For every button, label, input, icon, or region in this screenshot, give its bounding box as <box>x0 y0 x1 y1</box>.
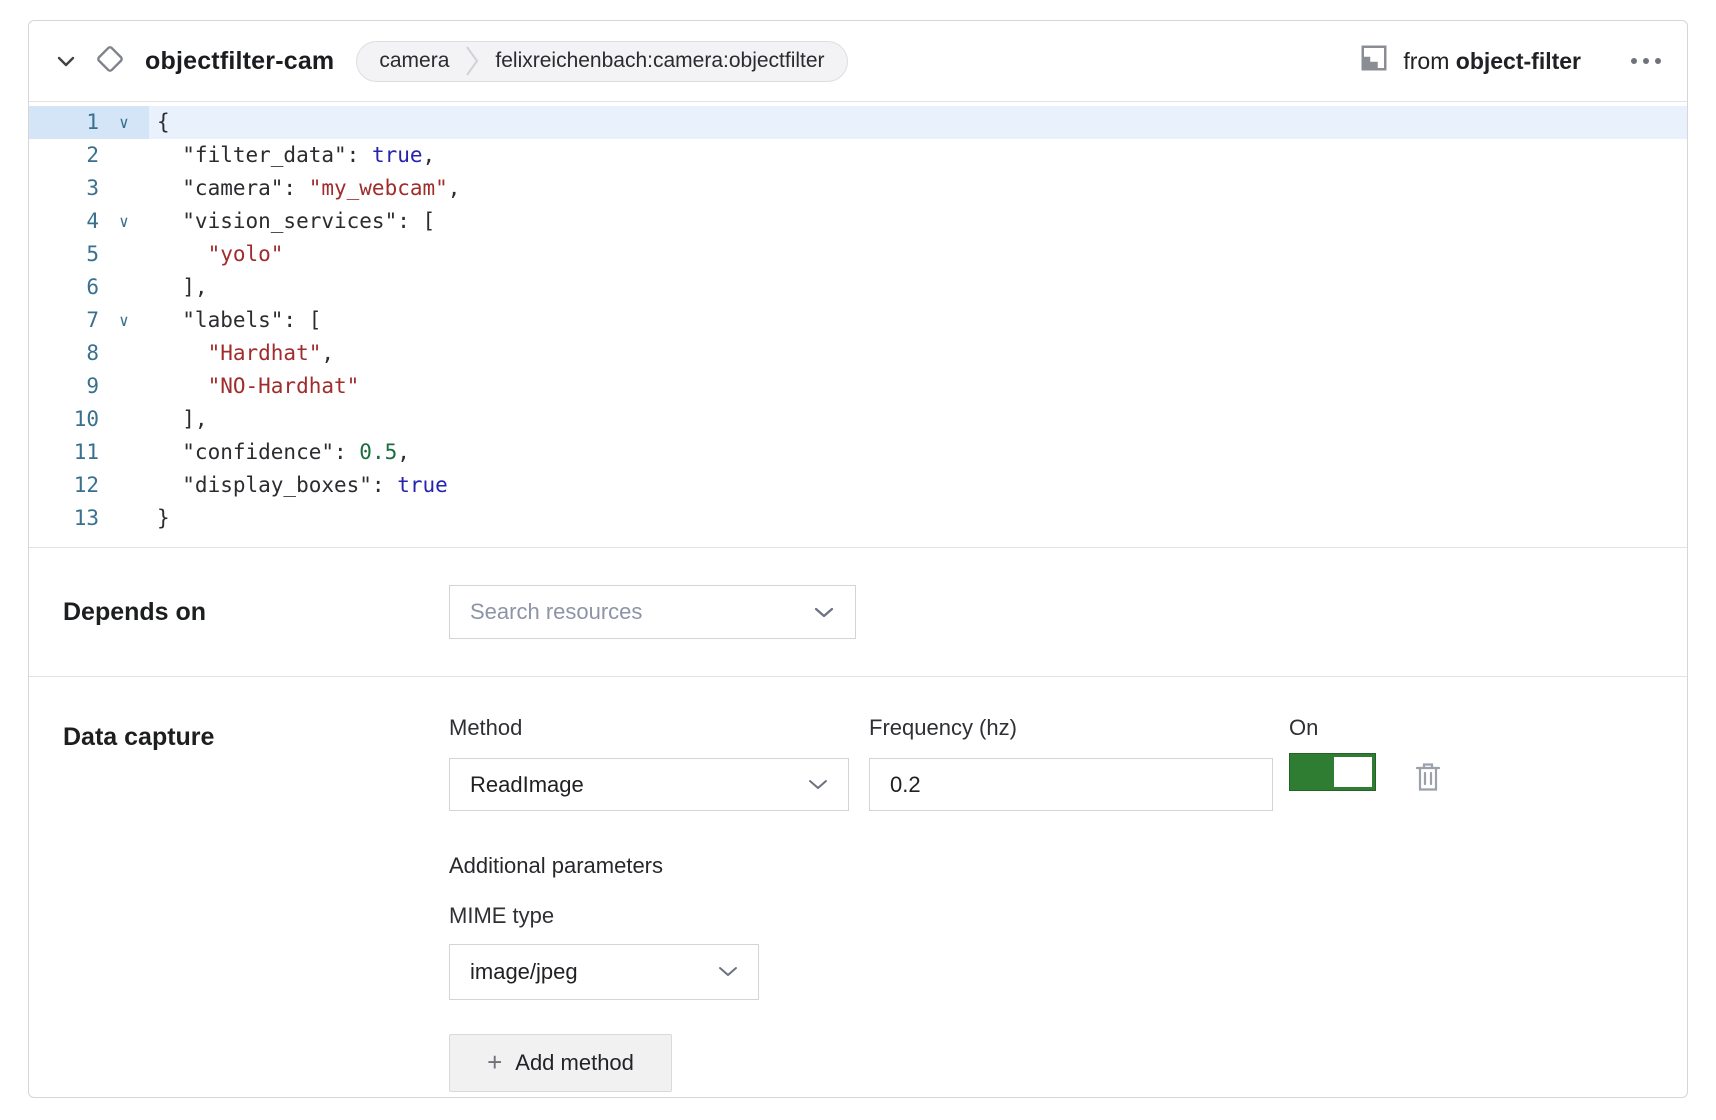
code-text: { <box>149 106 1687 139</box>
line-number: 1 <box>29 106 99 139</box>
line-number: 13 <box>29 502 99 535</box>
fold-chevron-icon[interactable]: ∨ <box>99 304 149 337</box>
toggle-on-label: On <box>1289 715 1376 741</box>
more-options-icon[interactable] <box>1631 58 1661 64</box>
fold-chevron-icon[interactable]: ∨ <box>99 106 149 139</box>
code-line[interactable]: 2 "filter_data": true, <box>29 139 1687 172</box>
code-line[interactable]: 6 ], <box>29 271 1687 304</box>
component-card: objectfilter-cam camera felixreichenbach… <box>28 20 1688 1098</box>
data-capture-heading: Data capture <box>63 715 449 752</box>
fold-spacer <box>99 403 149 436</box>
code-text: ], <box>149 403 1687 436</box>
frequency-label: Frequency (hz) <box>869 715 1273 741</box>
mime-type-select[interactable]: image/jpeg <box>449 944 759 1000</box>
line-number: 3 <box>29 172 99 205</box>
delete-method-trash-icon[interactable] <box>1414 761 1442 793</box>
code-line[interactable]: 10 ], <box>29 403 1687 436</box>
json-config-editor[interactable]: 1∨{2 "filter_data": true,3 "camera": "my… <box>29 101 1687 547</box>
fold-spacer <box>99 469 149 502</box>
model-badge: felixreichenbach:camera:objectfilter <box>495 49 824 73</box>
depends-on-search-select[interactable]: Search resources <box>449 585 856 639</box>
code-line[interactable]: 8 "Hardhat", <box>29 337 1687 370</box>
fold-spacer <box>99 172 149 205</box>
code-line[interactable]: 7∨ "labels": [ <box>29 304 1687 337</box>
module-name: object-filter <box>1456 48 1581 74</box>
component-type-model-badge: camera felixreichenbach:camera:objectfil… <box>356 41 847 82</box>
add-method-button[interactable]: + Add method <box>449 1034 672 1092</box>
toggle-knob <box>1334 757 1372 787</box>
mime-type-value: image/jpeg <box>470 959 578 985</box>
code-line[interactable]: 11 "confidence": 0.5, <box>29 436 1687 469</box>
code-text: "labels": [ <box>149 304 1687 337</box>
method-label: Method <box>449 715 849 741</box>
fold-spacer <box>99 502 149 535</box>
code-text: } <box>149 502 1687 535</box>
fold-spacer <box>99 436 149 469</box>
fold-spacer <box>99 370 149 403</box>
frequency-input-wrap <box>869 758 1273 811</box>
code-text: "yolo" <box>149 238 1687 271</box>
code-line[interactable]: 13} <box>29 502 1687 535</box>
data-capture-section: Data capture Method ReadImage Frequency … <box>29 676 1687 1098</box>
method-select[interactable]: ReadImage <box>449 758 849 811</box>
code-text: "confidence": 0.5, <box>149 436 1687 469</box>
code-text: "Hardhat", <box>149 337 1687 370</box>
frequency-input[interactable] <box>890 772 1252 798</box>
fold-chevron-icon[interactable]: ∨ <box>99 205 149 238</box>
from-label: from <box>1403 48 1449 74</box>
component-title: objectfilter-cam <box>145 47 334 76</box>
module-icon <box>1359 43 1389 79</box>
line-number: 2 <box>29 139 99 172</box>
fold-spacer <box>99 337 149 370</box>
line-number: 6 <box>29 271 99 304</box>
chevron-down-icon <box>718 966 738 978</box>
additional-parameters-label: Additional parameters <box>449 853 1653 879</box>
code-line[interactable]: 12 "display_boxes": true <box>29 469 1687 502</box>
line-number: 8 <box>29 337 99 370</box>
type-badge: camera <box>379 49 449 73</box>
fold-spacer <box>99 238 149 271</box>
depends-on-heading: Depends on <box>63 598 449 627</box>
component-diamond-icon <box>93 42 127 81</box>
module-source: from object-filter <box>1359 43 1581 79</box>
code-line[interactable]: 5 "yolo" <box>29 238 1687 271</box>
mime-type-label: MIME type <box>449 903 1653 929</box>
plus-icon: + <box>487 1049 502 1075</box>
code-text: "camera": "my_webcam", <box>149 172 1687 205</box>
search-resources-placeholder: Search resources <box>470 599 642 625</box>
code-text: ], <box>149 271 1687 304</box>
method-value: ReadImage <box>470 772 584 798</box>
badge-separator-chevron-icon <box>465 43 479 79</box>
add-method-label: Add method <box>515 1050 634 1076</box>
line-number: 9 <box>29 370 99 403</box>
code-line[interactable]: 1∨{ <box>29 106 1687 139</box>
line-number: 11 <box>29 436 99 469</box>
component-header: objectfilter-cam camera felixreichenbach… <box>29 21 1687 101</box>
line-number: 4 <box>29 205 99 238</box>
code-line[interactable]: 3 "camera": "my_webcam", <box>29 172 1687 205</box>
fold-spacer <box>99 271 149 304</box>
line-number: 5 <box>29 238 99 271</box>
chevron-down-icon <box>813 606 835 619</box>
fold-spacer <box>99 139 149 172</box>
line-number: 7 <box>29 304 99 337</box>
chevron-down-icon <box>808 779 828 791</box>
code-text: "vision_services": [ <box>149 205 1687 238</box>
capture-toggle[interactable] <box>1289 753 1376 791</box>
code-text: "NO-Hardhat" <box>149 370 1687 403</box>
line-number: 10 <box>29 403 99 436</box>
collapse-chevron-icon[interactable] <box>55 54 77 68</box>
code-text: "display_boxes": true <box>149 469 1687 502</box>
depends-on-section: Depends on Search resources <box>29 547 1687 676</box>
code-text: "filter_data": true, <box>149 139 1687 172</box>
code-line[interactable]: 9 "NO-Hardhat" <box>29 370 1687 403</box>
line-number: 12 <box>29 469 99 502</box>
code-line[interactable]: 4∨ "vision_services": [ <box>29 205 1687 238</box>
